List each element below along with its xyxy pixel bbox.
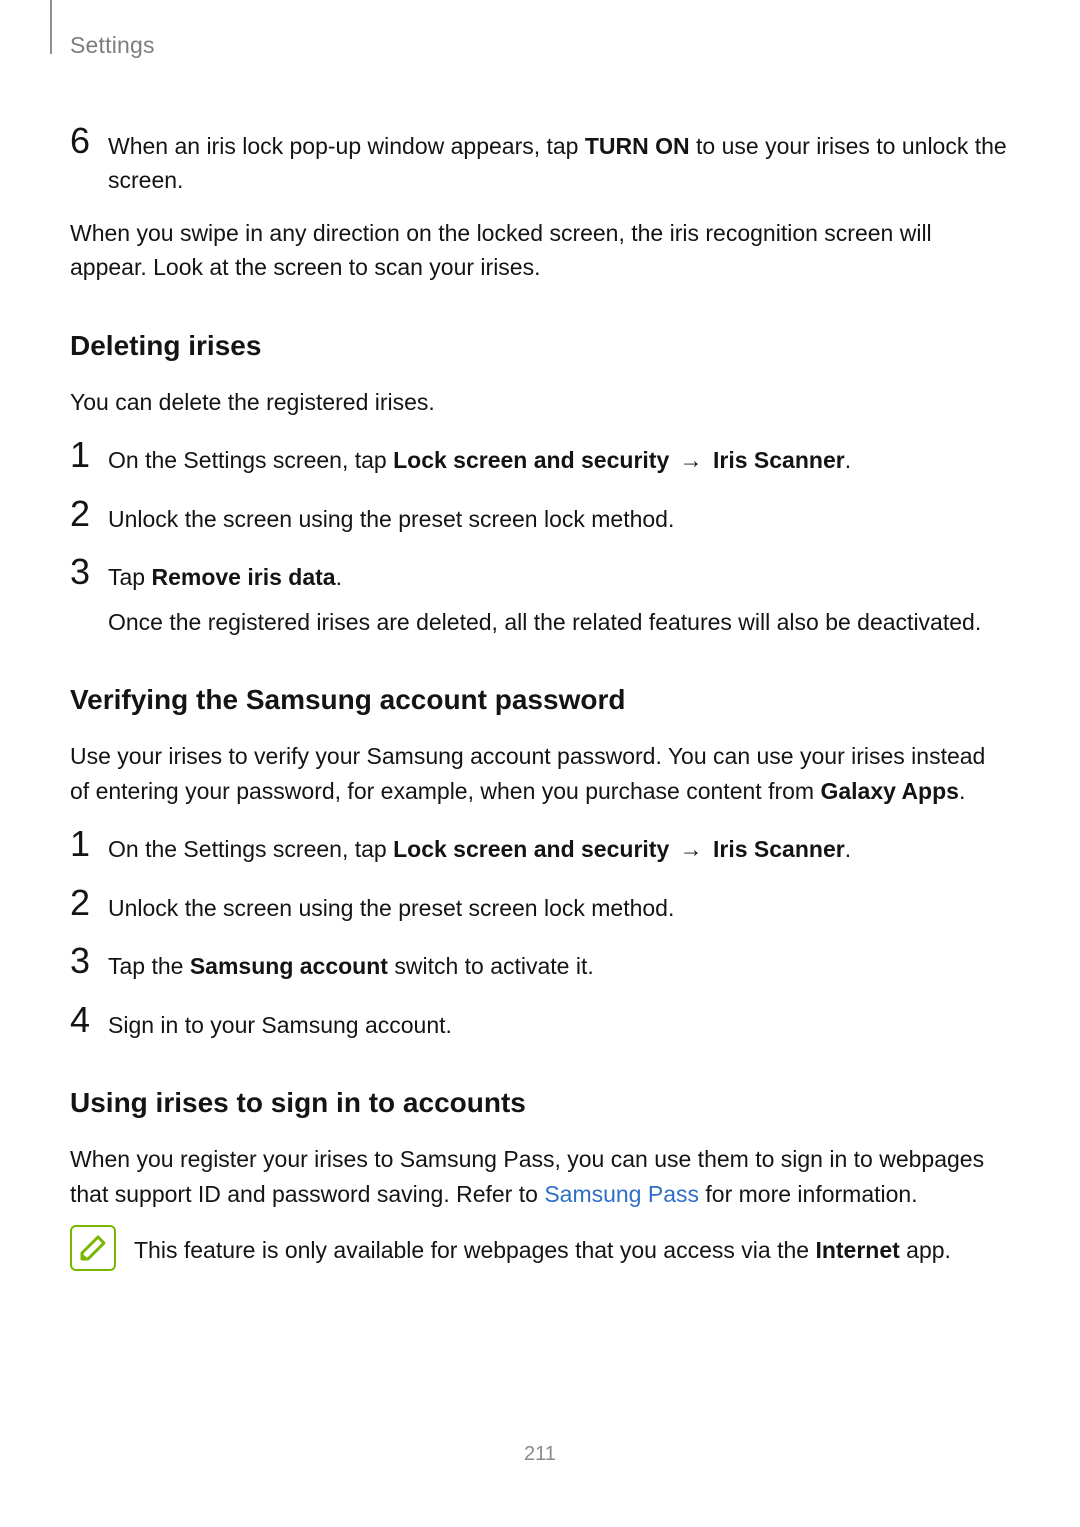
turn-on-label: TURN ON [585,133,690,159]
text: . [845,447,851,473]
bold: Iris Scanner [713,447,845,473]
step-del-3: 3 Tap Remove iris data. Once the registe… [70,554,1010,639]
breadcrumb: Settings [70,28,1010,63]
step-number: 6 [70,123,108,198]
step-text: On the Settings screen, tap Lock screen … [108,437,1010,478]
step-number: 2 [70,885,108,926]
heading-deleting-irises: Deleting irises [70,325,1010,367]
step-text: Unlock the screen using the preset scree… [108,885,1010,926]
note-icon [70,1225,116,1271]
step-del-2: 2 Unlock the screen using the preset scr… [70,496,1010,537]
heading-verifying: Verifying the Samsung account password [70,679,1010,721]
step-number: 1 [70,826,108,867]
step-number: 1 [70,437,108,478]
step-ver-3: 3 Tap the Samsung account switch to acti… [70,943,1010,984]
step-text: When an iris lock pop-up window appears,… [108,123,1010,198]
step-text: Sign in to your Samsung account. [108,1002,1010,1043]
step-ver-1: 1 On the Settings screen, tap Lock scree… [70,826,1010,867]
bold: Galaxy Apps [820,778,958,804]
sub-text: Once the registered irises are deleted, … [108,605,1010,640]
note-text: This feature is only available for webpa… [134,1225,1010,1268]
arrow-icon: → [669,447,713,473]
step-6: 6 When an iris lock pop-up window appear… [70,123,1010,198]
step-number: 2 [70,496,108,537]
step-ver-2: 2 Unlock the screen using the preset scr… [70,885,1010,926]
text: . [959,778,965,804]
paragraph: When you register your irises to Samsung… [70,1142,1010,1211]
bold: Lock screen and security [393,447,669,473]
text: for more information. [699,1181,918,1207]
step-text: Unlock the screen using the preset scree… [108,496,1010,537]
step-text: Tap Remove iris data. Once the registere… [108,554,1010,639]
text: Tap [108,564,151,590]
step-number: 3 [70,554,108,639]
text: . [336,564,342,590]
page-number: 211 [0,1439,1080,1469]
heading-using-irises: Using irises to sign in to accounts [70,1082,1010,1124]
paragraph: When you swipe in any direction on the l… [70,216,1010,285]
text: switch to activate it. [388,953,594,979]
step-del-1: 1 On the Settings screen, tap Lock scree… [70,437,1010,478]
arrow-icon: → [669,836,713,862]
text: On the Settings screen, tap [108,447,393,473]
bold: Lock screen and security [393,836,669,862]
page: Settings 6 When an iris lock pop-up wind… [0,0,1080,1527]
paragraph: Use your irises to verify your Samsung a… [70,739,1010,808]
text: app. [900,1237,951,1263]
text: This feature is only available for webpa… [134,1237,815,1263]
step-ver-4: 4 Sign in to your Samsung account. [70,1002,1010,1043]
text: On the Settings screen, tap [108,836,393,862]
bold: Samsung account [190,953,388,979]
bold: Remove iris data [151,564,335,590]
step-text: Tap the Samsung account switch to activa… [108,943,1010,984]
step-number: 3 [70,943,108,984]
text: When an iris lock pop-up window appears,… [108,133,585,159]
note-row: This feature is only available for webpa… [70,1225,1010,1271]
step-text: On the Settings screen, tap Lock screen … [108,826,1010,867]
paragraph: You can delete the registered irises. [70,385,1010,420]
header-rule [50,0,52,54]
bold: Iris Scanner [713,836,845,862]
step-number: 4 [70,1002,108,1043]
text: Tap the [108,953,190,979]
samsung-pass-link[interactable]: Samsung Pass [544,1181,699,1207]
text: . [845,836,851,862]
bold: Internet [815,1237,899,1263]
